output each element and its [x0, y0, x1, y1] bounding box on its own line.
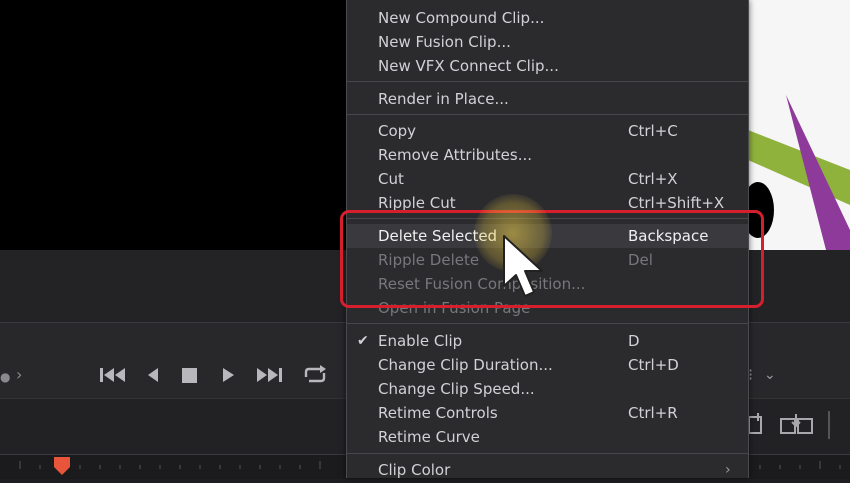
menu-item-change-clip-duration[interactable]: Change Clip Duration... Ctrl+D	[347, 353, 748, 377]
play-icon[interactable]	[222, 367, 235, 383]
mouse-pointer-icon	[503, 235, 543, 297]
menu-item-new-compound-clip[interactable]: New Compound Clip...	[347, 6, 748, 30]
jog-dot-icon: ●	[0, 370, 11, 384]
overwrite-clip-icon[interactable]	[780, 413, 816, 437]
go-to-start-icon[interactable]	[100, 367, 126, 383]
stop-icon[interactable]	[182, 368, 197, 383]
checkmark-icon: ✔	[357, 333, 369, 349]
menu-separator	[347, 453, 748, 454]
loop-icon[interactable]	[302, 365, 328, 385]
menu-item-remove-attributes[interactable]: Remove Attributes...	[347, 143, 748, 167]
menu-item-retime-controls[interactable]: Retime Controls Ctrl+R	[347, 401, 748, 425]
step-back-icon[interactable]	[147, 367, 159, 383]
menu-item-clip-color[interactable]: Clip Color ›	[347, 458, 748, 482]
menu-item-copy[interactable]: Copy Ctrl+C	[347, 119, 748, 143]
menu-item-new-fusion-clip[interactable]: New Fusion Clip...	[347, 30, 748, 54]
menu-separator	[347, 114, 748, 115]
menu-separator	[347, 323, 748, 324]
go-to-end-icon[interactable]	[256, 367, 282, 383]
submenu-arrow-icon: ›	[725, 462, 731, 478]
chevron-down-icon[interactable]: ⌄	[764, 365, 776, 385]
menu-separator	[347, 81, 748, 82]
menu-item-new-vfx-connect-clip[interactable]: New VFX Connect Clip...	[347, 54, 748, 78]
graphic-shapes	[748, 95, 850, 250]
chevron-right-icon[interactable]: ›	[16, 365, 22, 385]
annotation-highlight-box	[340, 210, 764, 308]
insert-clip-icon[interactable]	[748, 413, 766, 435]
menu-item-enable-clip[interactable]: ✔ Enable Clip D	[347, 329, 748, 353]
viewer-preview-graphic	[748, 0, 850, 250]
menu-item-cut[interactable]: Cut Ctrl+X	[347, 167, 748, 191]
playhead-marker[interactable]	[52, 455, 72, 479]
menu-item-render-in-place[interactable]: Render in Place...	[347, 87, 748, 111]
menu-item-change-clip-speed[interactable]: Change Clip Speed...	[347, 377, 748, 401]
menu-item-retime-curve[interactable]: Retime Curve	[347, 425, 748, 449]
toolbar-divider	[828, 411, 830, 439]
